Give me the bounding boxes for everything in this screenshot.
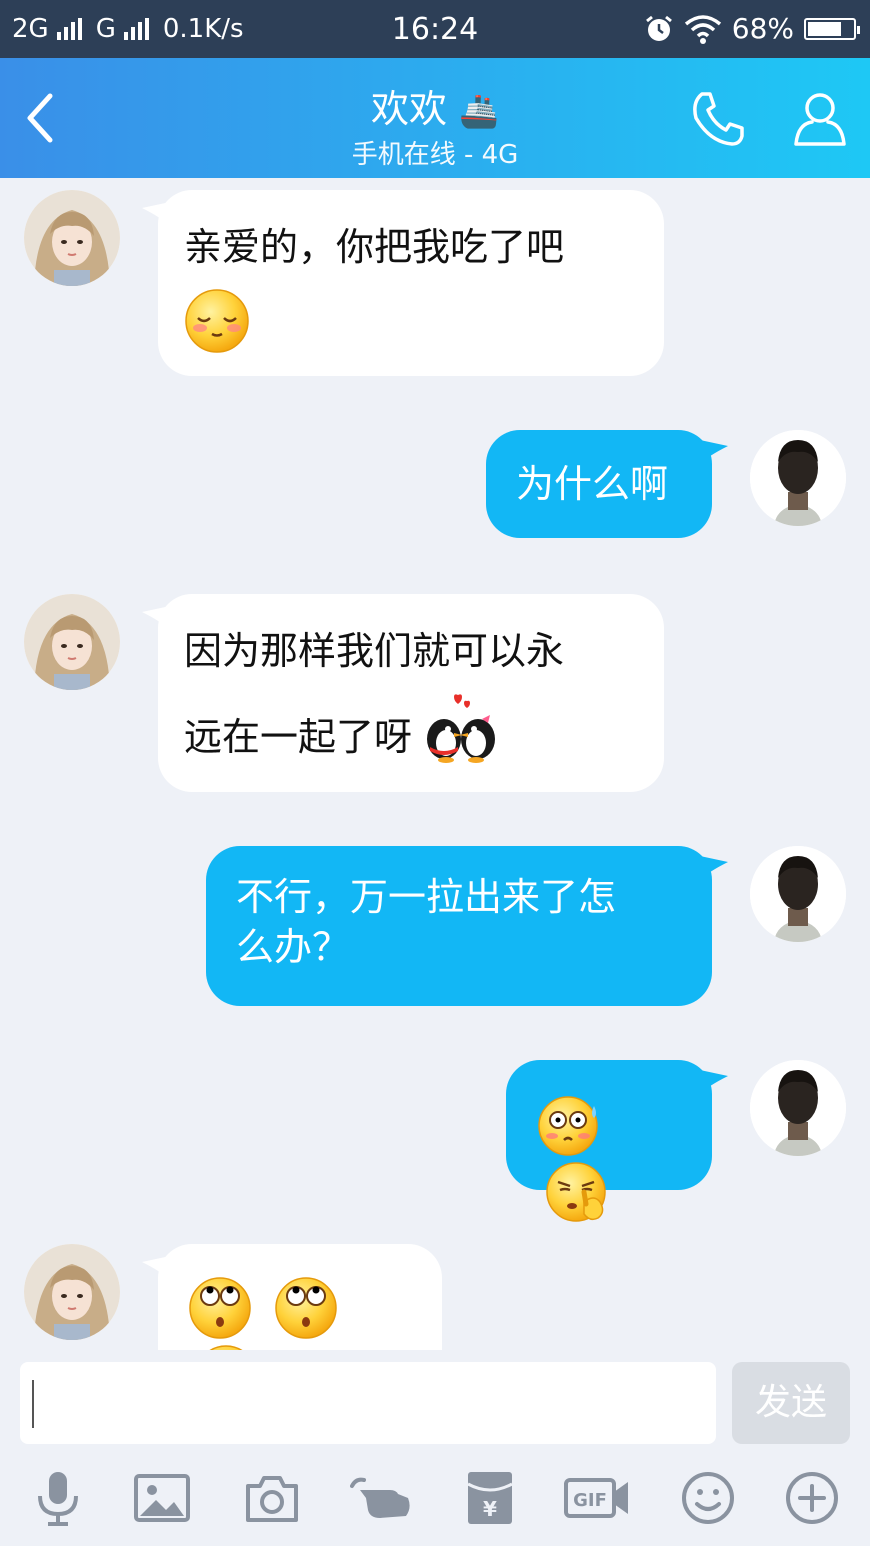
my-avatar[interactable] — [750, 430, 846, 526]
message-bubble[interactable]: 为什么啊 — [486, 430, 712, 538]
my-avatar[interactable] — [750, 1060, 846, 1156]
image-icon[interactable] — [132, 1468, 192, 1528]
status-right: 68% — [644, 12, 860, 45]
camera-icon[interactable] — [242, 1468, 302, 1528]
message-bubble[interactable]: 不行，万一拉出来了怎 么办？ — [206, 846, 712, 1006]
my-avatar[interactable] — [750, 846, 846, 942]
message-bubble[interactable]: 因为那样我们就可以永 远在一起了呀 — [158, 594, 664, 792]
contact-avatar[interactable] — [24, 190, 120, 286]
battery-icon — [804, 17, 860, 40]
eye-roll-emoji — [275, 1277, 337, 1339]
phone-call-icon[interactable] — [688, 88, 748, 148]
alarm-icon — [645, 15, 672, 41]
microphone-icon[interactable] — [28, 1468, 88, 1528]
kissing-penguins-emoji — [427, 693, 496, 763]
scared-sweat-emoji — [538, 1096, 598, 1156]
send-button[interactable]: 发送 — [732, 1362, 850, 1444]
message-text-line-2: 远在一起了呀 — [184, 715, 413, 759]
message-input[interactable] — [20, 1362, 716, 1444]
battery-fill — [808, 21, 841, 36]
man-avatar-icon — [750, 1060, 846, 1156]
contact-name-text: 欢欢 — [371, 87, 448, 131]
man-avatar-icon — [750, 846, 846, 942]
wifi-icon — [684, 14, 721, 44]
contact-profile-icon[interactable] — [790, 88, 850, 148]
message-text-line-1: 不行，万一拉出来了怎 — [236, 875, 617, 919]
message-bubble[interactable] — [158, 1244, 442, 1350]
chat-header: 欢欢 🚢 手机在线 - 4G — [0, 58, 870, 178]
gif-icon[interactable]: GIF — [562, 1468, 632, 1528]
message-text-line-1: 因为那样我们就可以永 — [184, 629, 565, 673]
ship-emoji: 🚢 — [459, 92, 499, 130]
red-packet-icon[interactable]: ¥ — [460, 1468, 520, 1528]
emoji-smile-icon[interactable] — [678, 1468, 738, 1528]
status-bar: 2G G 0.1K/s 16:24 68% — [0, 0, 870, 58]
message-list[interactable]: 亲爱的，你把我吃了吧 为什么啊 因为那样我们就可以永 远在一起了呀 不行，万一拉… — [0, 178, 870, 1350]
shy-blush-emoji — [185, 289, 249, 353]
message-text-line-2: 么办？ — [236, 925, 351, 969]
eye-roll-emoji — [209, 1345, 243, 1350]
contact-avatar[interactable] — [24, 594, 120, 690]
svg-text:¥: ¥ — [483, 1497, 497, 1521]
message-line-2: 远在一起了呀 — [184, 693, 638, 764]
plus-icon[interactable] — [782, 1468, 842, 1528]
girl-avatar-icon — [24, 1244, 120, 1340]
poke-hand-icon[interactable] — [350, 1468, 414, 1528]
input-bar: 发送 ¥ GIF — [0, 1350, 870, 1546]
message-text: 为什么啊 — [516, 462, 669, 506]
text-caret — [32, 1380, 34, 1428]
battery-percent: 68% — [731, 12, 794, 45]
girl-avatar-icon — [24, 190, 120, 286]
contact-avatar[interactable] — [24, 1244, 120, 1340]
svg-text:GIF: GIF — [573, 1490, 607, 1511]
message-text: 亲爱的，你把我吃了吧 — [184, 225, 565, 269]
man-avatar-icon — [750, 430, 846, 526]
message-bubble[interactable]: 亲爱的，你把我吃了吧 — [158, 190, 664, 376]
message-bubble[interactable] — [506, 1060, 712, 1222]
girl-avatar-icon — [24, 594, 120, 690]
eye-roll-emoji — [189, 1277, 251, 1339]
pick-nose-emoji — [546, 1162, 606, 1222]
